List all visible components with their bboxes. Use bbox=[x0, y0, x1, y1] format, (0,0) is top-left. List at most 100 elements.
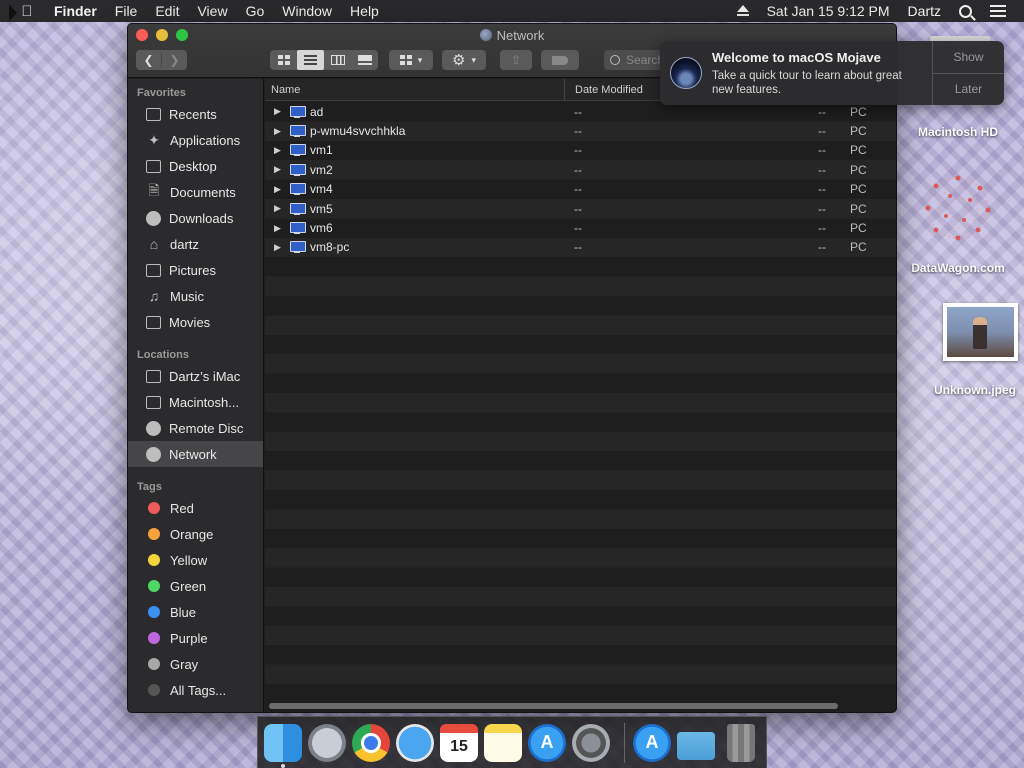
sidebar-item-imac[interactable]: Dartz’s iMac bbox=[128, 363, 263, 389]
arrange-grid-icon bbox=[399, 55, 412, 65]
network-globe-icon bbox=[479, 29, 492, 41]
disclosure-triangle-icon[interactable]: ▶ bbox=[274, 223, 284, 234]
row-kind: PC bbox=[850, 240, 867, 255]
column-view-button[interactable] bbox=[324, 50, 351, 70]
apple-menu-icon[interactable]:  bbox=[18, 3, 36, 20]
macintosh-hd-label[interactable]: Macintosh HD bbox=[906, 125, 1010, 139]
table-row[interactable]: ▶ p-wmu4svvchhkla -- -- PC bbox=[265, 121, 896, 140]
menu-help[interactable]: Help bbox=[350, 3, 379, 19]
disclosure-triangle-icon[interactable]: ▶ bbox=[274, 184, 284, 195]
sidebar-tag-red[interactable]: Red bbox=[128, 495, 263, 521]
share-button[interactable]: ⇧ bbox=[500, 50, 532, 70]
sidebar-item-label: dartz bbox=[170, 236, 199, 252]
sidebar-item-macintosh-hd[interactable]: Macintosh... bbox=[128, 389, 263, 415]
notification-center-icon[interactable] bbox=[990, 5, 1006, 17]
sidebar-item-remote-disc[interactable]: Remote Disc bbox=[128, 415, 263, 441]
search-input[interactable]: Search bbox=[604, 50, 664, 70]
sidebar-item-label: Downloads bbox=[169, 210, 234, 226]
dock-app-store-download-icon[interactable]: A bbox=[633, 723, 671, 762]
search-icon bbox=[610, 55, 620, 65]
sidebar-item-network[interactable]: Network bbox=[128, 441, 263, 467]
image-thumbnail-icon[interactable] bbox=[943, 303, 1018, 361]
sidebar: Favorites Recents ✦ Applications Desktop … bbox=[128, 79, 264, 712]
gallery-view-button[interactable] bbox=[351, 50, 378, 70]
sidebar-item-home[interactable]: ⌂ dartz bbox=[128, 231, 263, 257]
arrange-button[interactable]: ▾ bbox=[389, 50, 433, 70]
column-name-header[interactable]: Name bbox=[265, 79, 565, 100]
network-globe-icon bbox=[146, 446, 161, 462]
menu-view[interactable]: View bbox=[197, 3, 227, 19]
sidebar-item-pictures[interactable]: Pictures bbox=[128, 257, 263, 283]
disclosure-triangle-icon[interactable]: ▶ bbox=[274, 242, 284, 253]
list-view-button[interactable] bbox=[297, 50, 324, 70]
sidebar-heading-tags: Tags bbox=[137, 481, 162, 493]
notification-title: Welcome to macOS Mojave bbox=[712, 50, 881, 65]
document-icon: 🗎 bbox=[148, 182, 160, 198]
chevron-down-icon: ▾ bbox=[417, 54, 423, 65]
sidebar-item-all-tags[interactable]: All Tags... bbox=[128, 677, 263, 703]
disclosure-triangle-icon[interactable]: ▶ bbox=[274, 203, 284, 214]
eject-icon[interactable] bbox=[736, 5, 749, 17]
home-icon: ⌂ bbox=[149, 236, 159, 252]
sidebar-item-documents[interactable]: 🗎 Documents bbox=[128, 179, 263, 205]
menu-window[interactable]: Window bbox=[282, 3, 332, 19]
sidebar-item-applications[interactable]: ✦ Applications bbox=[128, 127, 263, 153]
sidebar-item-downloads[interactable]: Downloads bbox=[128, 205, 263, 231]
table-row[interactable]: ▶ vm4 -- -- PC bbox=[265, 180, 896, 199]
table-row[interactable]: ▶ vm2 -- -- PC bbox=[265, 160, 896, 179]
dock-calendar-icon[interactable]: 15 bbox=[440, 723, 478, 762]
horizontal-scrollbar[interactable] bbox=[269, 703, 838, 709]
disclosure-triangle-icon[interactable]: ▶ bbox=[274, 106, 284, 117]
menu-go[interactable]: Go bbox=[246, 3, 265, 19]
spotlight-icon[interactable] bbox=[959, 4, 972, 18]
show-button[interactable]: Show bbox=[933, 41, 1004, 73]
sidebar-tag-green[interactable]: Green bbox=[128, 573, 263, 599]
disclosure-triangle-icon[interactable]: ▶ bbox=[274, 145, 284, 156]
mojave-notification[interactable]: Welcome to macOS Mojave Take a quick tou… bbox=[660, 41, 1004, 105]
menu-edit[interactable]: Edit bbox=[155, 3, 179, 19]
menu-user[interactable]: Dartz bbox=[908, 3, 941, 19]
menu-clock[interactable]: Sat Jan 15 9:12 PM bbox=[767, 3, 890, 19]
forward-button[interactable]: ❯ bbox=[161, 53, 187, 67]
row-name: vm4 bbox=[310, 182, 333, 197]
icon-view-button[interactable] bbox=[270, 50, 297, 70]
datawagon-label[interactable]: DataWagon.com bbox=[900, 261, 1016, 275]
sidebar-tag-yellow[interactable]: Yellow bbox=[128, 547, 263, 573]
sidebar-tag-orange[interactable]: Orange bbox=[128, 521, 263, 547]
back-button[interactable]: ❮ bbox=[136, 53, 161, 67]
sidebar-item-music[interactable]: ♫ Music bbox=[128, 283, 263, 309]
table-row[interactable]: ▶ vm5 -- -- PC bbox=[265, 199, 896, 218]
sidebar-tag-blue[interactable]: Blue bbox=[128, 599, 263, 625]
sidebar-tag-purple[interactable]: Purple bbox=[128, 625, 263, 651]
dock-notes-icon[interactable] bbox=[484, 723, 522, 762]
dock-trash-icon[interactable] bbox=[727, 723, 755, 762]
table-row[interactable]: ▶ vm6 -- -- PC bbox=[265, 218, 896, 237]
gear-icon: ⚙ bbox=[452, 52, 466, 69]
dock-system-preferences-icon[interactable] bbox=[572, 723, 610, 762]
dock-app-store-icon[interactable]: A bbox=[528, 723, 566, 762]
action-button[interactable]: ⚙ ▾ bbox=[442, 50, 486, 70]
sidebar-item-desktop[interactable]: Desktop bbox=[128, 153, 263, 179]
table-row[interactable]: ▶ vm8-pc -- -- PC bbox=[265, 238, 896, 257]
tags-button[interactable] bbox=[541, 50, 579, 70]
unknown-jpeg-label[interactable]: Unknown.jpeg bbox=[926, 383, 1024, 397]
sidebar-tag-gray[interactable]: Gray bbox=[128, 651, 263, 677]
disclosure-triangle-icon[interactable]: ▶ bbox=[274, 126, 284, 137]
sidebar-item-label: Recents bbox=[169, 106, 217, 122]
table-row[interactable]: ▶ vm1 -- -- PC bbox=[265, 141, 896, 160]
datawagon-icon[interactable] bbox=[920, 170, 996, 246]
finder-window: Network ❮ ❯ ▾ ⚙▾ ⇧ Search Favorites Rec bbox=[127, 23, 897, 713]
disclosure-triangle-icon[interactable]: ▶ bbox=[274, 164, 284, 175]
menu-file[interactable]: File bbox=[115, 3, 138, 19]
sidebar-item-recents[interactable]: Recents bbox=[128, 101, 263, 127]
row-date: -- bbox=[574, 124, 582, 139]
dock-downloads-folder-icon[interactable] bbox=[677, 731, 715, 760]
sidebar-item-movies[interactable]: Movies bbox=[128, 309, 263, 335]
later-button[interactable]: Later bbox=[933, 72, 1004, 106]
dock-finder-icon[interactable] bbox=[264, 723, 302, 768]
menu-finder[interactable]: Finder bbox=[54, 3, 97, 19]
dock-safari-icon[interactable] bbox=[396, 723, 434, 762]
dock-chrome-icon[interactable] bbox=[352, 723, 390, 762]
applications-icon: ✦ bbox=[148, 131, 160, 148]
dock-launchpad-icon[interactable] bbox=[308, 723, 346, 762]
